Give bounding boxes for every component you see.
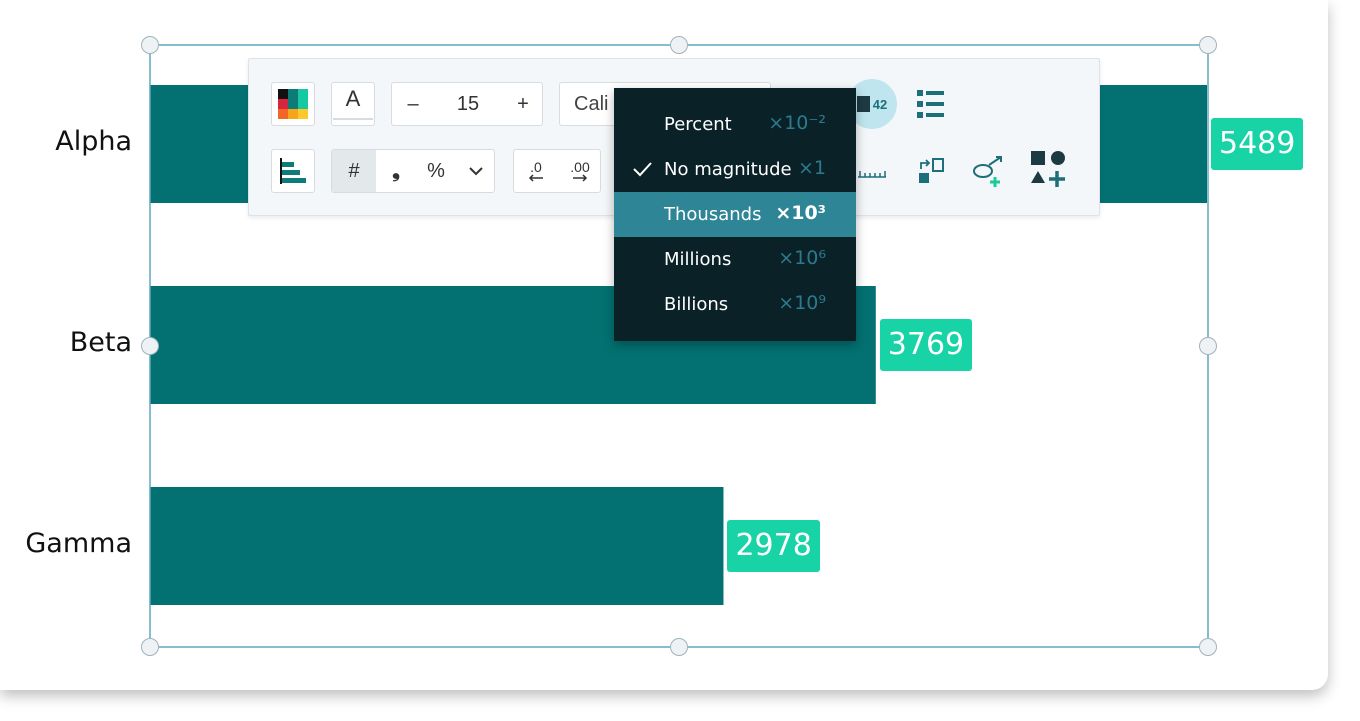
number-format-comma-button[interactable]: ❟	[376, 150, 416, 192]
label-count-badge: 42	[872, 96, 888, 112]
axis-ruler-icon[interactable]	[857, 163, 887, 179]
square-icon	[856, 96, 870, 112]
chart-type-button[interactable]	[271, 149, 315, 193]
menu-item-no-magnitude[interactable]: No magnitude ×1	[614, 147, 856, 192]
menu-item-magnitude: ×10⁶	[778, 247, 826, 269]
category-label: Gamma	[25, 528, 132, 559]
number-format-hash-button[interactable]: #	[332, 150, 376, 192]
menu-item-millions[interactable]: Millions ×10⁶	[614, 237, 856, 282]
menu-item-magnitude: ×10⁹	[778, 292, 826, 314]
decrease-decimals-label: .0	[530, 159, 542, 175]
increase-decimals-label: .00	[570, 159, 590, 175]
menu-item-label: Millions	[664, 249, 732, 270]
menu-item-label: Thousands	[664, 204, 762, 225]
decrease-decimals-button[interactable]: .0	[514, 150, 558, 192]
menu-item-percent[interactable]: Percent ×10⁻²	[614, 102, 856, 147]
resize-handle-top-right[interactable]	[1199, 36, 1217, 54]
arrow-left-icon	[528, 174, 543, 182]
resize-handle-top-middle[interactable]	[670, 36, 688, 54]
font-size-increase-button[interactable]: +	[502, 83, 544, 125]
number-format-group: # ❟ %	[331, 149, 495, 193]
decimal-places-group: .0 .00	[513, 149, 601, 193]
number-format-percent-button[interactable]: %	[416, 150, 456, 192]
resize-handle-bottom-middle[interactable]	[670, 638, 688, 656]
menu-item-magnitude: ×1	[797, 157, 826, 179]
value-label[interactable]: 5489	[1211, 118, 1304, 170]
increase-decimals-button[interactable]: .00	[558, 150, 602, 192]
menu-item-magnitude: ×10⁻²	[768, 112, 826, 134]
font-size-value[interactable]: 15	[434, 83, 502, 125]
menu-item-magnitude: ×10³	[775, 202, 826, 224]
checkmark-icon	[633, 162, 652, 177]
list-icon[interactable]	[915, 87, 947, 121]
menu-item-thousands[interactable]: Thousands ×10³	[614, 192, 856, 237]
text-color-swatch	[333, 118, 373, 120]
font-size-stepper: – 15 +	[391, 82, 543, 126]
bar-gamma[interactable]	[150, 487, 724, 605]
magnitude-dropdown-button[interactable]	[456, 150, 496, 192]
resize-handle-bottom-right[interactable]	[1199, 638, 1217, 656]
bar-chart-icon	[280, 158, 306, 184]
add-connector-icon[interactable]	[971, 153, 1007, 189]
resize-handle-bottom-left[interactable]	[141, 638, 159, 656]
arrow-right-icon	[573, 174, 588, 182]
resize-handle-top-left[interactable]	[141, 36, 159, 54]
color-palette-icon	[278, 89, 308, 119]
text-color-button[interactable]: A	[331, 82, 375, 126]
color-scheme-button[interactable]	[271, 82, 315, 126]
font-family-value: Cali	[574, 92, 609, 115]
text-color-label: A	[345, 86, 361, 111]
category-label: Alpha	[55, 126, 132, 157]
resize-handle-middle-left[interactable]	[141, 337, 159, 355]
menu-item-label: Percent	[664, 114, 732, 135]
font-size-decrease-button[interactable]: –	[392, 83, 434, 125]
menu-item-label: Billions	[664, 294, 729, 315]
value-label[interactable]: 2978	[727, 520, 820, 572]
chevron-down-icon	[469, 167, 483, 176]
value-label[interactable]: 3769	[879, 319, 973, 371]
add-shape-icon[interactable]	[1029, 149, 1069, 189]
category-label: Beta	[69, 327, 132, 358]
menu-item-billions[interactable]: Billions ×10⁹	[614, 282, 856, 327]
magnitude-menu: Percent ×10⁻² No magnitude ×1 Thousands …	[614, 88, 856, 341]
resize-handle-middle-right[interactable]	[1199, 337, 1217, 355]
swap-axes-icon[interactable]	[915, 155, 947, 187]
menu-item-label: No magnitude	[664, 159, 792, 180]
